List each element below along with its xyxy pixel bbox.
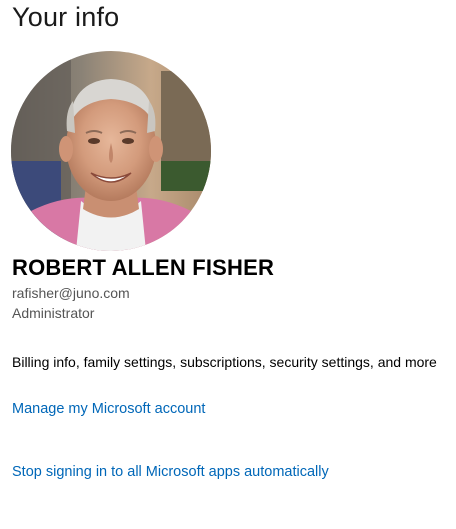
avatar — [11, 51, 211, 251]
user-name: ROBERT ALLEN FISHER — [12, 255, 275, 280]
stop-signing-in-link[interactable]: Stop signing in to all Microsoft apps au… — [12, 464, 329, 480]
manage-microsoft-account-link[interactable]: Manage my Microsoft account — [12, 401, 205, 417]
user-role: Administrator — [12, 305, 95, 321]
page-title: Your info — [12, 2, 120, 32]
user-email: rafisher@juno.com — [12, 285, 130, 301]
user-photo-icon — [11, 51, 211, 251]
account-description: Billing info, family settings, subscript… — [12, 354, 437, 370]
